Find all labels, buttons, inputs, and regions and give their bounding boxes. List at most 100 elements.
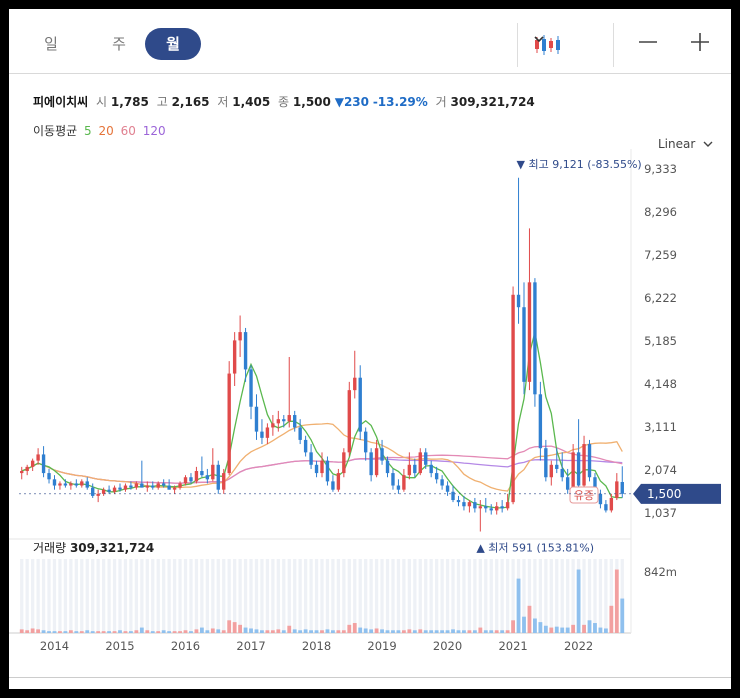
volume-bar <box>489 630 494 633</box>
candle-body <box>96 493 100 496</box>
volume-bar <box>396 630 401 633</box>
volume-bar <box>609 605 614 633</box>
candle-body <box>358 377 362 432</box>
volume-bar <box>385 630 390 633</box>
ma-60[interactable]: 60 <box>121 124 136 138</box>
y-tick-label: 3,111 <box>644 420 677 434</box>
volume-bar <box>587 620 592 633</box>
volume-bar <box>314 630 319 633</box>
candle-body <box>69 483 73 486</box>
volume-bar <box>423 630 428 633</box>
change-value: ▼230 <box>334 95 369 109</box>
volume-bar <box>205 630 210 633</box>
chart-type-dropdown[interactable] <box>519 25 591 65</box>
chevron-down-icon <box>534 36 544 43</box>
candle-body <box>271 423 275 428</box>
candle-body <box>347 390 351 453</box>
volume-bar <box>401 630 406 633</box>
volume-bar <box>145 630 150 633</box>
candle-body <box>205 475 210 480</box>
candle-body <box>434 473 439 480</box>
volume-bar <box>254 629 259 633</box>
volume-bar <box>554 626 559 633</box>
volume-bar <box>462 630 466 633</box>
candle-body <box>555 464 559 469</box>
volume-bar <box>63 631 68 633</box>
tab-daily[interactable]: 일 <box>31 28 71 60</box>
volume-bar <box>565 627 570 633</box>
candle-body <box>413 464 417 474</box>
candle-body <box>473 502 477 509</box>
close-value: 1,500 <box>292 95 331 109</box>
candle-body <box>178 483 182 488</box>
volume-bar <box>221 630 226 633</box>
ma-20[interactable]: 20 <box>98 124 113 138</box>
candle-body <box>620 482 624 494</box>
candle-body <box>254 406 259 432</box>
volume-bar <box>112 631 117 633</box>
candle-body <box>41 454 46 474</box>
candle-body <box>200 471 204 476</box>
y-tick-label: 4,148 <box>644 377 677 391</box>
candle-body <box>145 485 149 488</box>
ma-120[interactable]: 120 <box>143 124 166 138</box>
volume-bar <box>347 624 352 633</box>
candle-body <box>156 483 160 488</box>
volume-bar <box>352 623 357 633</box>
volume-bar <box>549 627 554 633</box>
candle-body <box>309 452 313 465</box>
candle-body <box>243 332 248 370</box>
volume-bar <box>189 631 193 633</box>
candle-body <box>424 452 428 465</box>
ma-5[interactable]: 5 <box>84 124 92 138</box>
candle-body <box>489 508 493 511</box>
candle-body <box>172 487 177 490</box>
volume-bar <box>292 629 297 633</box>
y-tick-label: 9,333 <box>644 162 677 176</box>
volume-bar <box>298 630 303 633</box>
candle-body <box>265 427 270 438</box>
candle-body <box>249 369 253 407</box>
volume-bar <box>418 629 423 633</box>
candle-body <box>20 471 24 474</box>
volume-bar <box>287 625 292 633</box>
candle-body <box>30 460 35 467</box>
candle-body <box>222 473 226 490</box>
volume-bar <box>90 631 95 633</box>
plus-icon[interactable] <box>685 27 715 57</box>
candle-body <box>598 493 603 505</box>
candle-body <box>374 448 379 476</box>
volume-bar <box>325 629 330 633</box>
volume-bar <box>538 622 543 633</box>
volume-bar <box>440 630 445 633</box>
low-price-annotation: ▲ 최저 591 (153.81%) <box>476 542 594 555</box>
volume-value: 309,321,724 <box>450 95 535 109</box>
volume-bar <box>451 629 455 633</box>
tab-monthly[interactable]: 월 <box>145 28 201 60</box>
candle-body <box>325 460 330 482</box>
candle-body <box>183 477 188 484</box>
volume-bar <box>391 630 395 633</box>
volume-bar <box>194 629 199 633</box>
candle-body <box>511 294 515 503</box>
minus-icon[interactable] <box>633 27 663 57</box>
candle-body <box>227 373 231 474</box>
candlestick-chart[interactable]: 9,333 8,296 7,259 6,222 5,185 4,148 3,111 2,074… <box>9 149 731 654</box>
candle-body <box>194 471 199 482</box>
y-tick-label: 6,222 <box>644 291 677 305</box>
change-percent: -13.29% <box>372 95 428 109</box>
candle-body <box>429 464 433 474</box>
candle-body <box>216 464 220 490</box>
candle-body <box>571 452 575 490</box>
x-tick-label: 2018 <box>302 639 331 653</box>
low-value: 1,405 <box>232 95 271 109</box>
candle-body <box>505 502 510 509</box>
tab-weekly[interactable]: 주 <box>99 28 139 60</box>
candle-body <box>353 377 357 391</box>
candle-body <box>440 479 444 486</box>
candle-body <box>527 282 532 382</box>
volume-bar <box>123 631 128 633</box>
candle-body <box>522 307 526 382</box>
volume-bar <box>576 569 581 633</box>
candle-body <box>418 452 422 474</box>
